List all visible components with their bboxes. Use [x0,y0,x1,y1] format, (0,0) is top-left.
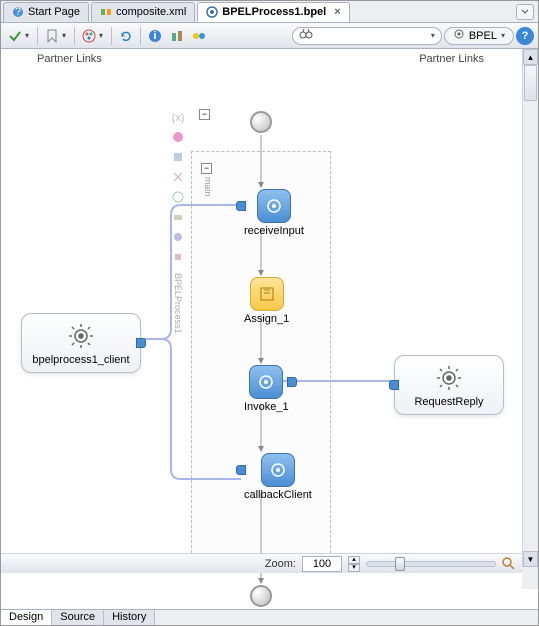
vtool-5[interactable] [170,189,186,205]
variables-button[interactable] [167,26,187,46]
spinner-down[interactable]: ▾ [348,564,360,572]
node-invoke-1[interactable]: Invoke_1 [244,365,289,413]
tab-label: Start Page [28,6,80,18]
magnifier-icon[interactable] [502,557,516,571]
scroll-thumb[interactable] [524,65,537,101]
zoom-input[interactable] [302,556,342,572]
port-out[interactable] [287,377,297,387]
scroll-down-button[interactable]: ▼ [523,551,538,567]
vtool-2[interactable] [170,129,186,145]
partner-bpelprocess1-client[interactable]: bpelprocess1_client [21,313,141,373]
end-endpoint [250,585,272,607]
refresh-button[interactable] [116,26,136,46]
binoculars-icon [299,28,313,43]
vtool-7[interactable] [170,229,186,245]
gear-icon [67,322,95,350]
sca-icon [100,6,112,18]
scroll-up-button[interactable]: ▲ [523,49,538,65]
question-icon: ? [12,6,24,18]
process-name-label: BPELProcess1 [173,273,183,334]
validate-button[interactable]: ▾ [5,26,33,46]
separator [37,27,38,45]
vertical-scrollbar[interactable]: ▲ ▼ [522,49,538,567]
bpel-mode-label: BPEL [469,30,497,42]
info-button[interactable]: i [145,26,165,46]
node-label: callbackClient [244,489,312,501]
zoom-slider-knob[interactable] [395,557,405,571]
partner-label: RequestReply [414,396,483,408]
port-in[interactable] [236,465,246,475]
search-box[interactable]: ▾ [292,27,442,45]
gear-icon [453,28,465,43]
node-assign-1[interactable]: Assign_1 [244,277,289,325]
tab-start-page[interactable]: ? Start Page [3,2,89,22]
editor-tab-bar: ? Start Page composite.xml BPELProcess1.… [1,1,538,23]
start-endpoint [250,111,272,133]
scope-toolbar: (x) BPELProcess1 [169,109,187,334]
tab-list-dropdown[interactable] [516,4,534,20]
scroll-corner [522,567,538,589]
view-tab-source[interactable]: Source [52,610,104,625]
node-label: Invoke_1 [244,401,289,413]
spinner-up[interactable]: ▴ [348,556,360,564]
search-input[interactable] [317,29,427,43]
node-receive-input[interactable]: receiveInput [244,189,304,237]
bookmark-button[interactable]: ▾ [42,26,70,46]
chevron-down-icon [521,8,529,16]
port-in[interactable] [389,380,399,390]
port-in[interactable] [236,201,246,211]
collapse-process-toggle[interactable]: − [199,109,210,120]
tab-composite[interactable]: composite.xml [91,2,195,22]
svg-text:i: i [153,30,156,42]
separator [74,27,75,45]
palette-button[interactable]: ▾ [79,26,107,46]
view-tab-design[interactable]: Design [1,610,52,625]
svg-text:?: ? [15,6,21,18]
tab-label: BPELProcess1.bpel [222,6,326,18]
tab-bpelprocess1[interactable]: BPELProcess1.bpel × [197,2,349,22]
collapse-main-toggle[interactable]: − [201,163,212,174]
partner-label: bpelprocess1_client [32,354,129,366]
vtool-1[interactable]: (x) [170,109,186,125]
editor-toolbar: ▾ ▾ ▾ i ▾ BPEL ▾ ? [1,23,538,49]
main-scope-label: main [203,177,213,197]
help-button[interactable]: ? [516,27,534,45]
view-tab-history[interactable]: History [104,610,155,625]
node-label: Assign_1 [244,313,289,325]
separator [140,27,141,45]
tab-label: composite.xml [116,6,186,18]
bpel-mode-chip[interactable]: BPEL ▾ [444,27,514,45]
vtool-6[interactable] [170,209,186,225]
separator [111,27,112,45]
node-callback-client[interactable]: callbackClient [244,453,312,501]
zoom-label: Zoom: [265,558,296,570]
partner-links-button[interactable] [189,26,209,46]
vtool-3[interactable] [170,149,186,165]
zoom-bar: Zoom: ▴▾ [1,553,522,573]
zoom-spinner[interactable]: ▴▾ [348,556,360,572]
vtool-8[interactable] [170,249,186,265]
editor-view-tabs: Design Source History [1,609,538,625]
partner-request-reply[interactable]: RequestReply [394,355,504,415]
port-out[interactable] [136,338,146,348]
vtool-4[interactable] [170,169,186,185]
svg-text:(x): (x) [172,112,185,124]
design-canvas[interactable]: Partner Links Partner Links (x) BPELProc… [1,49,538,589]
zoom-slider[interactable] [366,561,496,567]
gear-icon [435,364,463,392]
bpel-gear-icon [206,6,218,18]
chevron-down-icon[interactable]: ▾ [431,31,435,40]
node-label: receiveInput [244,225,304,237]
close-tab-icon[interactable]: × [334,6,340,18]
